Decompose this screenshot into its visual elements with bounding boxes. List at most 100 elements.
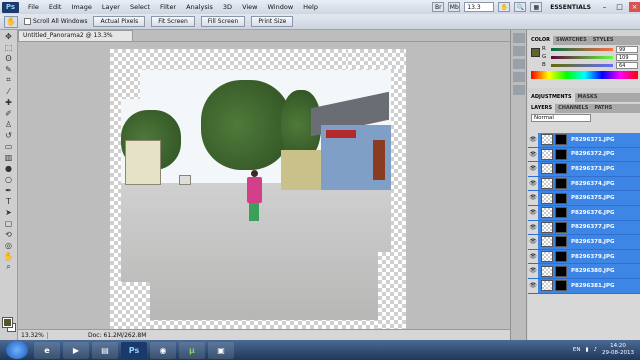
3d-orbit-tool-icon[interactable]: ◎ [3, 240, 15, 250]
visibility-eye-icon[interactable]: 👁 [528, 278, 538, 293]
zoom-percent[interactable]: 13.32% [18, 331, 48, 339]
layer-mask-thumbnail[interactable] [555, 280, 567, 292]
quick-select-tool-icon[interactable]: ✎ [3, 64, 15, 74]
tab-swatches[interactable]: SWATCHES [553, 36, 590, 45]
canvas-area[interactable] [18, 41, 510, 329]
path-select-tool-icon[interactable]: ➤ [3, 207, 15, 217]
layer-mask-thumbnail[interactable] [555, 236, 567, 248]
history-panel-icon[interactable] [512, 33, 525, 43]
file-explorer-icon[interactable]: ▤ [92, 341, 118, 359]
history-brush-tool-icon[interactable]: ↺ [3, 130, 15, 140]
layer-mask-thumbnail[interactable] [555, 221, 567, 233]
visibility-eye-icon[interactable]: 👁 [528, 176, 538, 191]
layer-row[interactable]: 👁 P8296381.JPG [528, 278, 640, 294]
close-icon[interactable]: × [629, 2, 640, 12]
visibility-eye-icon[interactable]: 👁 [528, 205, 538, 220]
layer-row[interactable]: 👁 P8296374.JPG [528, 176, 640, 192]
scroll-all-checkbox[interactable] [24, 18, 31, 25]
menu-edit[interactable]: Edit [44, 3, 67, 11]
eraser-tool-icon[interactable]: ▭ [3, 141, 15, 151]
layer-row[interactable]: 👁 P8296378.JPG [528, 235, 640, 250]
current-color-swatch[interactable] [531, 48, 540, 57]
character-panel-icon[interactable] [512, 85, 525, 95]
foreground-color-swatch[interactable] [2, 317, 13, 328]
layer-row[interactable]: 👁 P8296380.JPG [528, 264, 640, 279]
mini-bridge-icon[interactable]: Mb [448, 2, 461, 12]
crop-tool-icon[interactable]: ⌗ [3, 75, 15, 85]
visibility-eye-icon[interactable]: 👁 [528, 220, 538, 235]
layer-mask-thumbnail[interactable] [555, 148, 567, 160]
lasso-tool-icon[interactable]: ʘ [3, 53, 15, 63]
scroll-all-windows-option[interactable]: Scroll All Windows [24, 18, 87, 25]
media-player-icon[interactable]: ▶ [63, 341, 89, 359]
menu-analysis[interactable]: Analysis [181, 3, 218, 11]
brush-panel-icon[interactable] [512, 59, 525, 69]
print-size-button[interactable]: Print Size [251, 16, 294, 27]
tab-styles[interactable]: STYLES [590, 36, 617, 45]
shape-tool-icon[interactable]: ▢ [3, 218, 15, 228]
layer-row[interactable]: 👁 P8296379.JPG [528, 249, 640, 265]
menu-layer[interactable]: Layer [97, 3, 125, 11]
layer-row[interactable]: 👁 P8296375.JPG [528, 191, 640, 206]
healing-tool-icon[interactable]: ✚ [3, 97, 15, 107]
tab-layers[interactable]: LAYERS [528, 104, 556, 113]
layer-row[interactable]: 👁 P8296376.JPG [528, 205, 640, 221]
3d-rotate-tool-icon[interactable]: ⟲ [3, 229, 15, 239]
actual-pixels-button[interactable]: Actual Pixels [93, 16, 146, 27]
layer-mask-thumbnail[interactable] [555, 178, 567, 190]
blue-value[interactable]: 64 [616, 61, 638, 69]
color-swatches[interactable] [2, 317, 17, 334]
visibility-eye-icon[interactable]: 👁 [528, 235, 538, 249]
blend-mode-select[interactable]: Normal [531, 114, 591, 122]
tab-color[interactable]: COLOR [528, 36, 554, 45]
pen-tool-icon[interactable]: ✒ [3, 185, 15, 195]
green-slider[interactable] [551, 55, 613, 59]
hand-tool-icon[interactable]: ✋ [498, 2, 511, 12]
clock[interactable]: 14:20 29-08-2013 [602, 343, 634, 357]
zoom-tool-icon[interactable]: ⌕ [3, 262, 15, 272]
layer-row[interactable]: 👁 P8296377.JPG [528, 220, 640, 236]
menu-view[interactable]: View [237, 3, 262, 11]
layer-mask-thumbnail[interactable] [555, 251, 567, 263]
chrome-icon[interactable]: ◉ [150, 341, 176, 359]
folder-icon[interactable]: ▣ [208, 341, 234, 359]
marquee-tool-icon[interactable]: ⬚ [3, 42, 15, 52]
stamp-tool-icon[interactable]: ♙ [3, 119, 15, 129]
visibility-eye-icon[interactable]: 👁 [528, 264, 538, 278]
visibility-eye-icon[interactable]: 👁 [528, 133, 538, 147]
actions-panel-icon[interactable] [512, 46, 525, 56]
layer-mask-thumbnail[interactable] [555, 192, 567, 204]
type-tool-icon[interactable]: T [3, 196, 15, 206]
visibility-eye-icon[interactable]: 👁 [528, 147, 538, 162]
maximize-icon[interactable]: □ [614, 2, 625, 12]
utorrent-icon[interactable]: µ [179, 341, 205, 359]
layer-mask-thumbnail[interactable] [555, 163, 567, 175]
green-value[interactable]: 109 [616, 53, 638, 61]
layer-row[interactable]: 👁 P8296372.JPG [528, 147, 640, 163]
color-spectrum-bar[interactable] [531, 71, 638, 79]
zoom-level-field[interactable]: 13.3 [464, 2, 495, 12]
minimize-icon[interactable]: – [599, 2, 610, 12]
tab-adjustments[interactable]: ADJUSTMENTS [528, 93, 575, 102]
menu-help[interactable]: Help [298, 3, 323, 11]
menu-select[interactable]: Select [125, 3, 155, 11]
menu-filter[interactable]: Filter [155, 3, 181, 11]
visibility-eye-icon[interactable]: 👁 [528, 191, 538, 205]
red-slider[interactable] [551, 47, 613, 51]
menu-window[interactable]: Window [263, 3, 299, 11]
document-tab[interactable]: Untitled_Panorama2 @ 13.3% (RGB/8) *× [18, 30, 133, 49]
layer-row[interactable]: 👁 P8296371.JPG [528, 133, 640, 148]
tab-paths[interactable]: PATHS [591, 104, 615, 113]
workspace-switcher[interactable]: ESSENTIALS [546, 4, 595, 11]
hand-tool-preset-icon[interactable]: ✋ [4, 15, 18, 28]
clone-source-icon[interactable] [512, 72, 525, 82]
internet-explorer-icon[interactable]: e [34, 341, 60, 359]
brush-tool-icon[interactable]: ✐ [3, 108, 15, 118]
red-value[interactable]: 99 [616, 45, 638, 53]
layer-mask-thumbnail[interactable] [555, 265, 567, 277]
layer-row[interactable]: 👁 P8296373.JPG [528, 162, 640, 177]
arrange-documents-icon[interactable]: ▦ [530, 2, 543, 12]
language-indicator[interactable]: EN [573, 347, 581, 353]
network-icon[interactable]: ▮ [585, 347, 588, 353]
bridge-icon[interactable]: Br [432, 2, 445, 12]
